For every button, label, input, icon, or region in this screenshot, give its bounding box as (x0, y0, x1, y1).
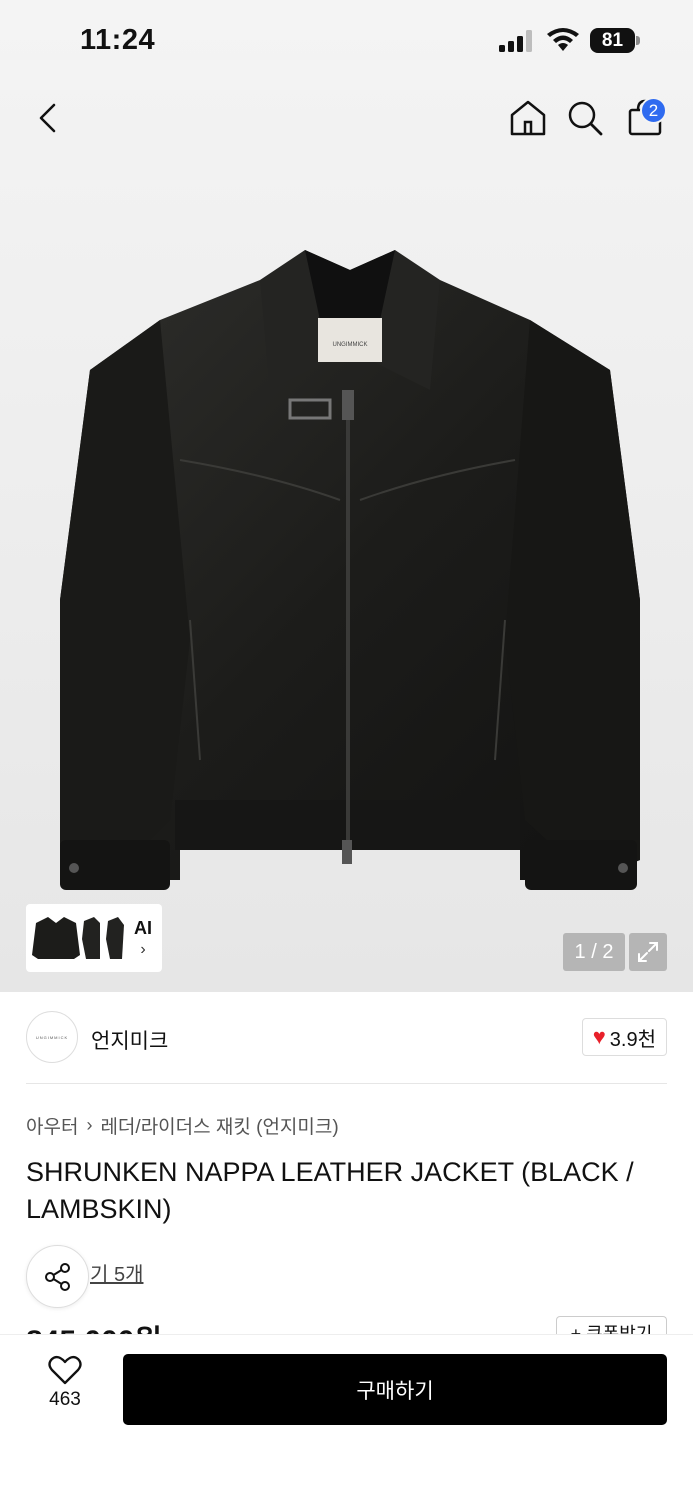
home-button[interactable] (506, 96, 550, 140)
wishlist-button[interactable]: 463 (40, 1355, 90, 1411)
thumbnail-strip[interactable]: AI › (26, 904, 162, 972)
share-button[interactable] (26, 1245, 89, 1308)
breadcrumb[interactable]: 아우터 › 레더/라이더스 재킷 (언지미크) (26, 1112, 339, 1139)
heart-icon: ♥ (592, 1024, 606, 1049)
search-button[interactable] (563, 96, 607, 140)
breadcrumb-item-leather[interactable]: 레더/라이더스 재킷 (언지미크) (100, 1112, 338, 1139)
search-icon (568, 101, 603, 136)
wifi-icon (547, 28, 579, 51)
chevron-left-icon (39, 103, 56, 133)
brand-like-button[interactable]: ♥ 3.9천 (581, 1018, 667, 1056)
expand-button[interactable] (629, 933, 667, 971)
chevron-right-icon: › (86, 1115, 93, 1135)
status-bar: 11:24 81 (0, 0, 693, 80)
svg-text:UNGIMMICK: UNGIMMICK (333, 342, 368, 348)
brand-name[interactable]: 언지미크 (91, 1025, 168, 1055)
ai-label: AI (134, 917, 152, 938)
product-image: UNGIMMICK (60, 250, 640, 890)
review-link[interactable]: 기 5개 (90, 1258, 143, 1287)
brand-logo[interactable]: UNGIMMICK (26, 1011, 78, 1063)
wishlist-count: 463 (49, 1389, 81, 1410)
brand-like-count: 3.9천 (609, 1028, 656, 1051)
expand-icon (638, 942, 658, 962)
battery-level: 81 (590, 28, 635, 53)
ai-button[interactable]: AI › (134, 918, 152, 959)
thumbnail-images (30, 909, 126, 967)
buy-button[interactable]: 구매하기 (123, 1354, 667, 1425)
coupon-button[interactable]: + 쿠폰받기 (556, 1316, 667, 1334)
brand-row[interactable]: UNGIMMICK 언지미크 ♥ 3.9천 (26, 1011, 667, 1065)
back-button[interactable] (26, 96, 70, 140)
image-counter: 1 / 2 (563, 933, 625, 971)
product-image-gallery[interactable]: UNGIMMICK (0, 0, 693, 992)
product-title: SHRUNKEN NAPPA LEATHER JACKET (BLACK / L… (26, 1157, 634, 1224)
breadcrumb-item-outer[interactable]: 아우터 (26, 1112, 78, 1139)
heart-outline-icon (48, 1355, 82, 1385)
coupon-label: 쿠폰받기 (586, 1324, 653, 1334)
plus-icon: + (570, 1324, 587, 1334)
cellular-signal-icon (499, 30, 532, 52)
divider (26, 1083, 667, 1084)
product-price: 845,000원 (26, 1316, 162, 1334)
share-icon (44, 1262, 70, 1291)
home-icon (510, 100, 546, 136)
battery-icon: 81 (590, 28, 640, 53)
status-time: 11:24 (80, 24, 156, 56)
cart-count-badge: 2 (640, 97, 667, 124)
chevron-right-icon: › (140, 940, 146, 958)
